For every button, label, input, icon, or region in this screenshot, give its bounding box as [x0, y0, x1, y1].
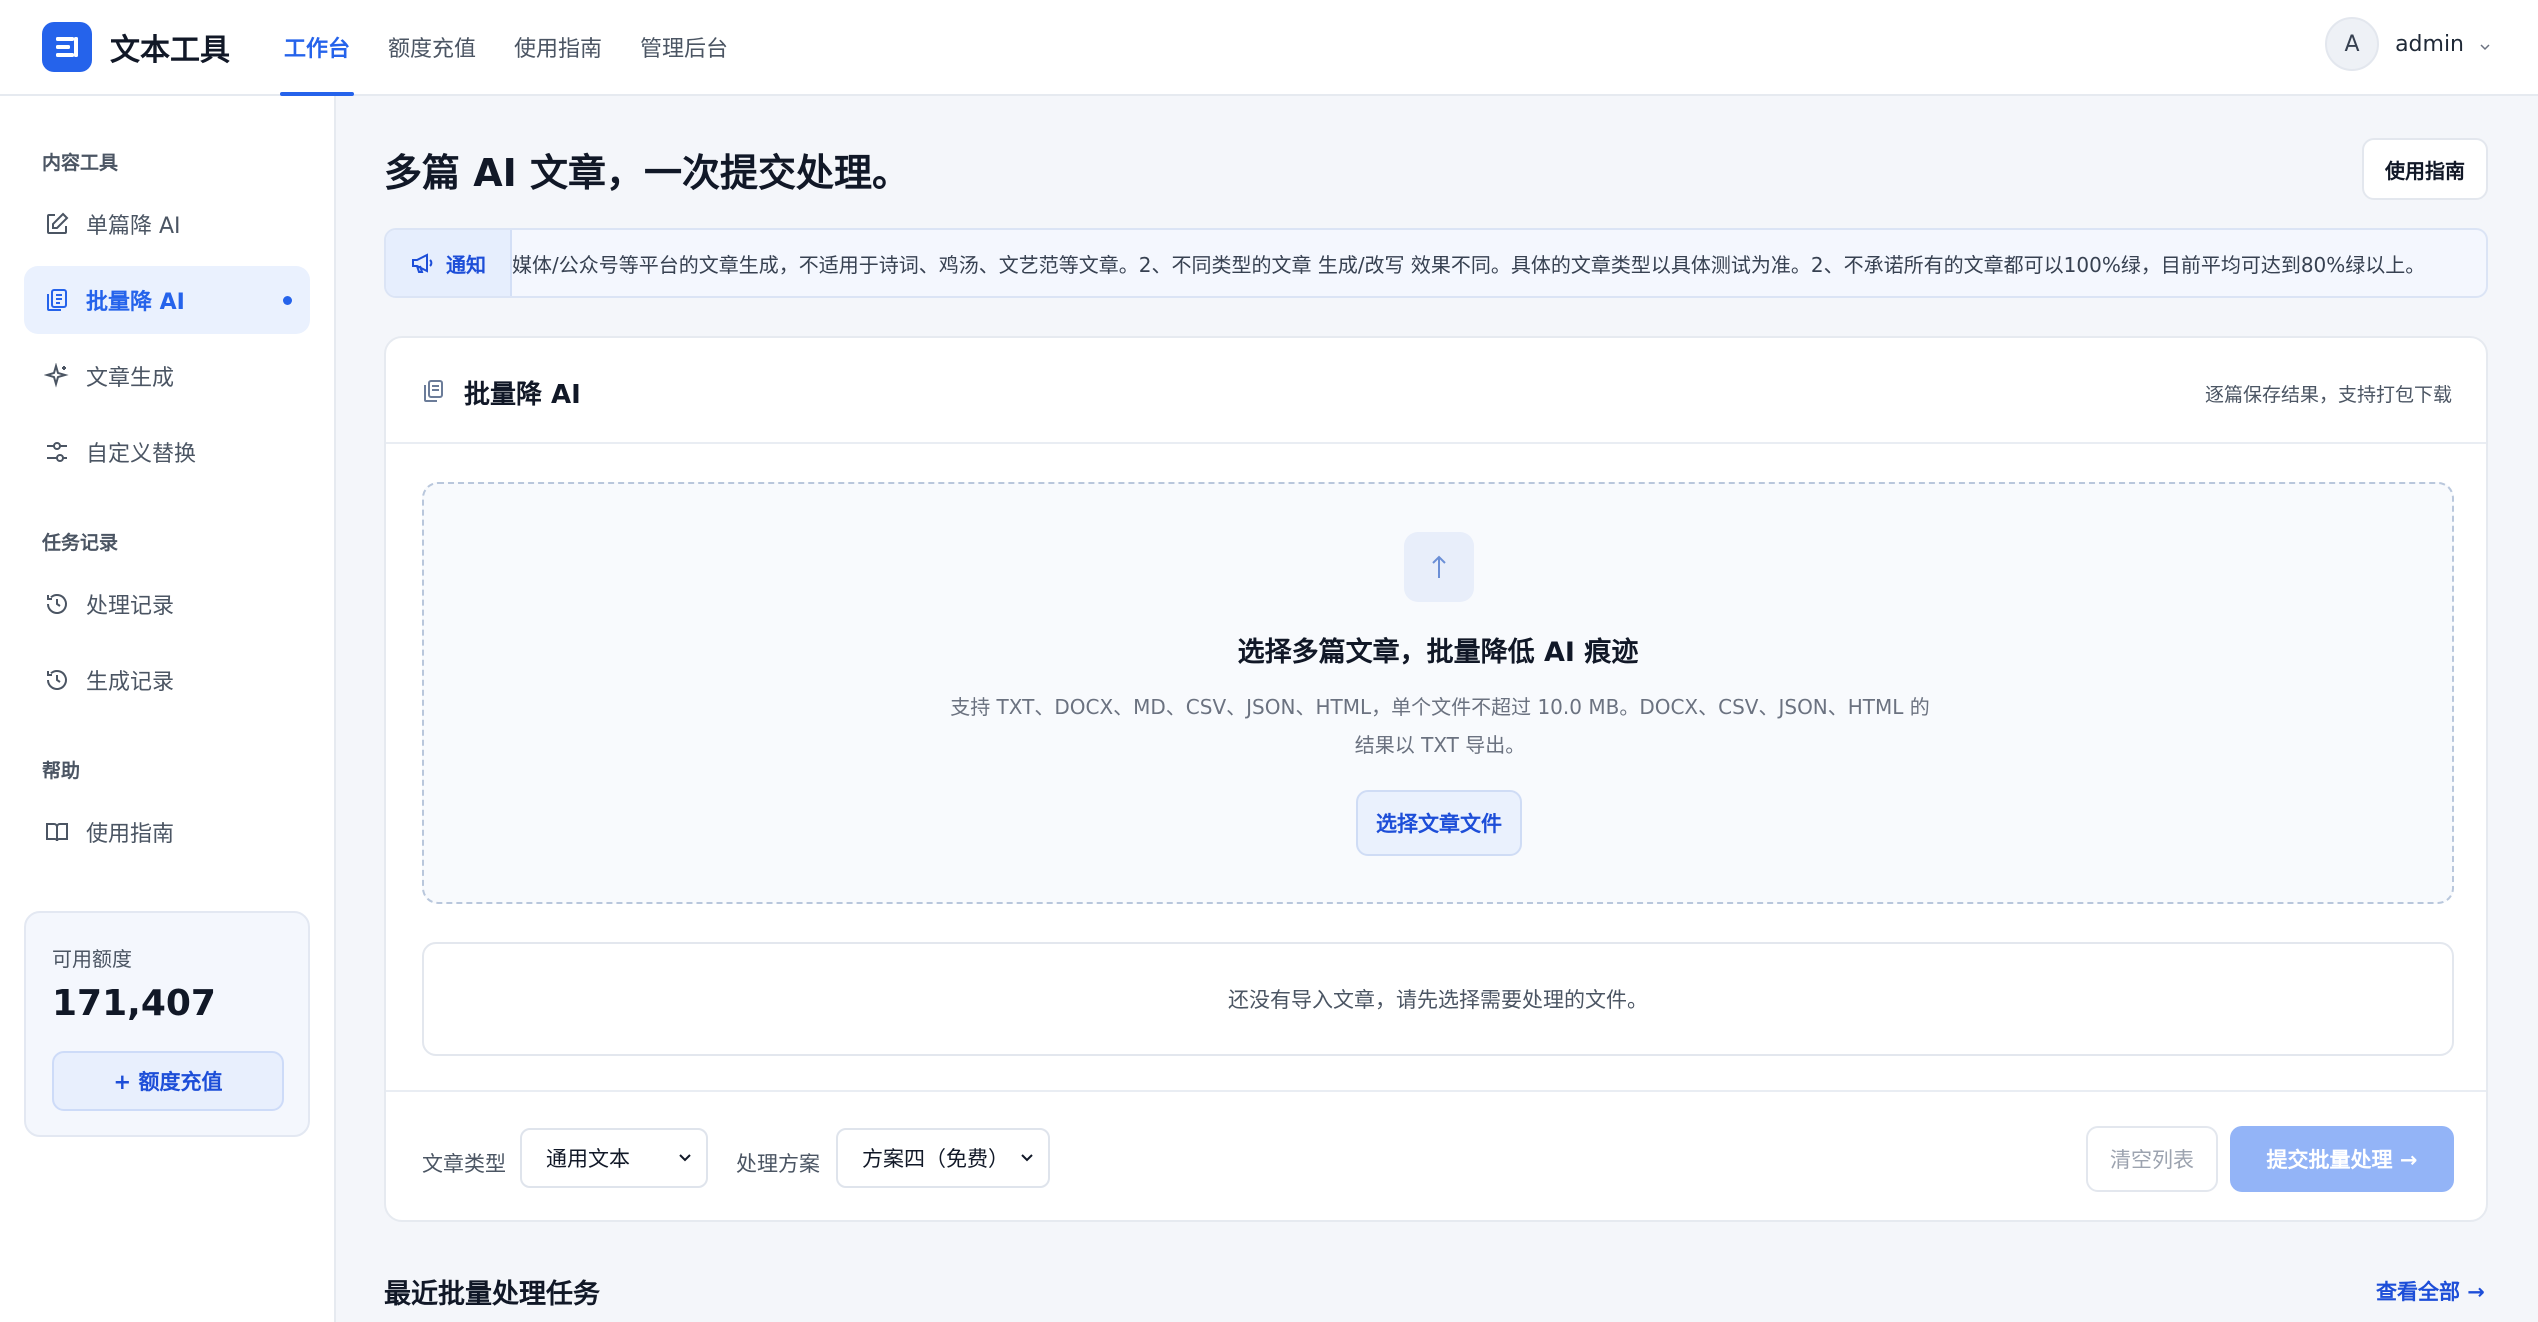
book-icon — [44, 819, 70, 845]
sidebar-item-label: 处理记录 — [86, 594, 175, 619]
card-subtitle: 逐篇保存结果，支持打包下载 — [2204, 384, 2452, 406]
sidebar-item-process-history[interactable]: 处理记录 — [24, 570, 310, 638]
topnav-workspace[interactable]: 工作台 — [279, 0, 355, 96]
files-icon — [44, 287, 70, 313]
sidebar-item-label: 使用指南 — [86, 822, 175, 847]
quota-card: 可用额度 171,407 + 额度充值 — [24, 911, 310, 1137]
dropzone-title: 选择多篇文章，批量降低 AI 痕迹 — [1237, 637, 1639, 668]
article-type-label: 文章类型 — [422, 1152, 506, 1176]
avatar: A — [2325, 17, 2380, 71]
clear-list-button[interactable]: 清空列表 — [2086, 1126, 2218, 1192]
notice-tag: 通知 — [386, 230, 512, 296]
chevron-down-icon — [678, 1148, 692, 1173]
sidebar-section-content-tools: 内容工具 — [42, 152, 119, 174]
guide-button[interactable]: 使用指南 — [2362, 138, 2488, 200]
notice-tag-label: 通知 — [446, 252, 486, 277]
article-type-select[interactable]: 通用文本 — [520, 1128, 708, 1188]
batch-card: 批量降 AI 逐篇保存结果，支持打包下载 选择多篇文章，批量降低 AI 痕迹 支… — [384, 336, 2488, 1222]
sparkle-icon — [44, 363, 70, 389]
submit-batch-button[interactable]: 提交批量处理 → — [2230, 1126, 2454, 1192]
topnav-admin[interactable]: 管理后台 — [640, 0, 728, 95]
sliders-icon — [44, 439, 70, 465]
files-icon — [422, 378, 446, 404]
top-nav: 工作台 额度充值 使用指南 管理后台 — [279, 0, 766, 96]
select-files-button[interactable]: 选择文章文件 — [1356, 790, 1522, 856]
notice-bar: 通知 媒体/公众号等平台的文章生成，不适用于诗词、鸡汤、文艺范等文章。2、不同类… — [384, 228, 2488, 298]
sidebar-item-article-generate[interactable]: 文章生成 — [24, 342, 310, 410]
sidebar-item-custom-replace[interactable]: 自定义替换 — [24, 418, 310, 486]
card-divider — [386, 1090, 2486, 1092]
sidebar-item-guide[interactable]: 使用指南 — [24, 798, 310, 866]
username: admin — [2395, 31, 2464, 57]
plan-label: 处理方案 — [736, 1152, 820, 1176]
history-icon — [44, 591, 70, 617]
sidebar-item-label: 生成记录 — [86, 670, 175, 695]
brand[interactable]: 文本工具 — [42, 22, 230, 72]
plan-select[interactable]: 方案四（免费） — [836, 1128, 1050, 1188]
history-icon — [44, 667, 70, 693]
active-dot — [283, 295, 292, 305]
sidebar-section-help: 帮助 — [42, 760, 81, 782]
dropzone-desc-line2: 结果以 TXT 导出。 — [1354, 733, 1526, 757]
topnav-recharge[interactable]: 额度充值 — [388, 0, 476, 95]
brand-name: 文本工具 — [110, 33, 230, 68]
chevron-down-icon — [1020, 1148, 1034, 1173]
sidebar-item-batch-reduce[interactable]: 批量降 AI — [24, 266, 310, 334]
quota-value: 171,407 — [52, 983, 216, 1024]
sidebar-item-generate-history[interactable]: 生成记录 — [24, 646, 310, 714]
top-bar: 文本工具 工作台 额度充值 使用指南 管理后台 A admin — [0, 0, 2538, 96]
upload-arrow-icon — [1404, 532, 1474, 602]
card-title: 批量降 AI — [464, 380, 581, 410]
sidebar-item-single-reduce[interactable]: 单篇降 AI — [24, 190, 310, 258]
quota-label: 可用额度 — [52, 947, 132, 971]
dropzone-desc-line1: 支持 TXT、DOCX、MD、CSV、JSON、HTML，单个文件不超过 10.… — [950, 695, 1930, 719]
sidebar-item-label: 批量降 AI — [86, 290, 185, 315]
edit-icon — [44, 211, 70, 237]
file-list-empty: 还没有导入文章，请先选择需要处理的文件。 — [422, 942, 2454, 1056]
plan-value: 方案四（免费） — [862, 1147, 1009, 1171]
megaphone-icon — [412, 253, 433, 273]
card-header: 批量降 AI 逐篇保存结果，支持打包下载 — [386, 338, 2486, 444]
page-title: 多篇 AI 文章，一次提交处理。 — [384, 151, 911, 195]
notice-text: 媒体/公众号等平台的文章生成，不适用于诗词、鸡汤、文艺范等文章。2、不同类型的文… — [512, 252, 2426, 277]
brand-logo-icon — [42, 22, 92, 72]
chevron-down-icon — [2480, 39, 2490, 55]
recent-tasks-title: 最近批量处理任务 — [384, 1279, 600, 1310]
dropzone-description: 支持 TXT、DOCX、MD、CSV、JSON、HTML，单个文件不超过 10.… — [940, 688, 1940, 764]
sidebar-item-label: 单篇降 AI — [86, 214, 181, 239]
recharge-button[interactable]: + 额度充值 — [52, 1051, 284, 1111]
sidebar-item-label: 自定义替换 — [86, 442, 197, 467]
topnav-guide[interactable]: 使用指南 — [514, 0, 602, 95]
user-menu[interactable]: A admin — [2325, 16, 2490, 72]
article-type-value: 通用文本 — [546, 1147, 630, 1171]
view-all-link[interactable]: 查看全部 → — [2376, 1276, 2485, 1306]
sidebar-item-label: 文章生成 — [86, 366, 175, 391]
sidebar: 内容工具 单篇降 AI 批量降 AI 文章生成 自定义替换 任务记录 处理记录 — [0, 96, 336, 1322]
sidebar-section-task-records: 任务记录 — [42, 532, 119, 554]
file-dropzone[interactable]: 选择多篇文章，批量降低 AI 痕迹 支持 TXT、DOCX、MD、CSV、JSO… — [422, 482, 2454, 904]
